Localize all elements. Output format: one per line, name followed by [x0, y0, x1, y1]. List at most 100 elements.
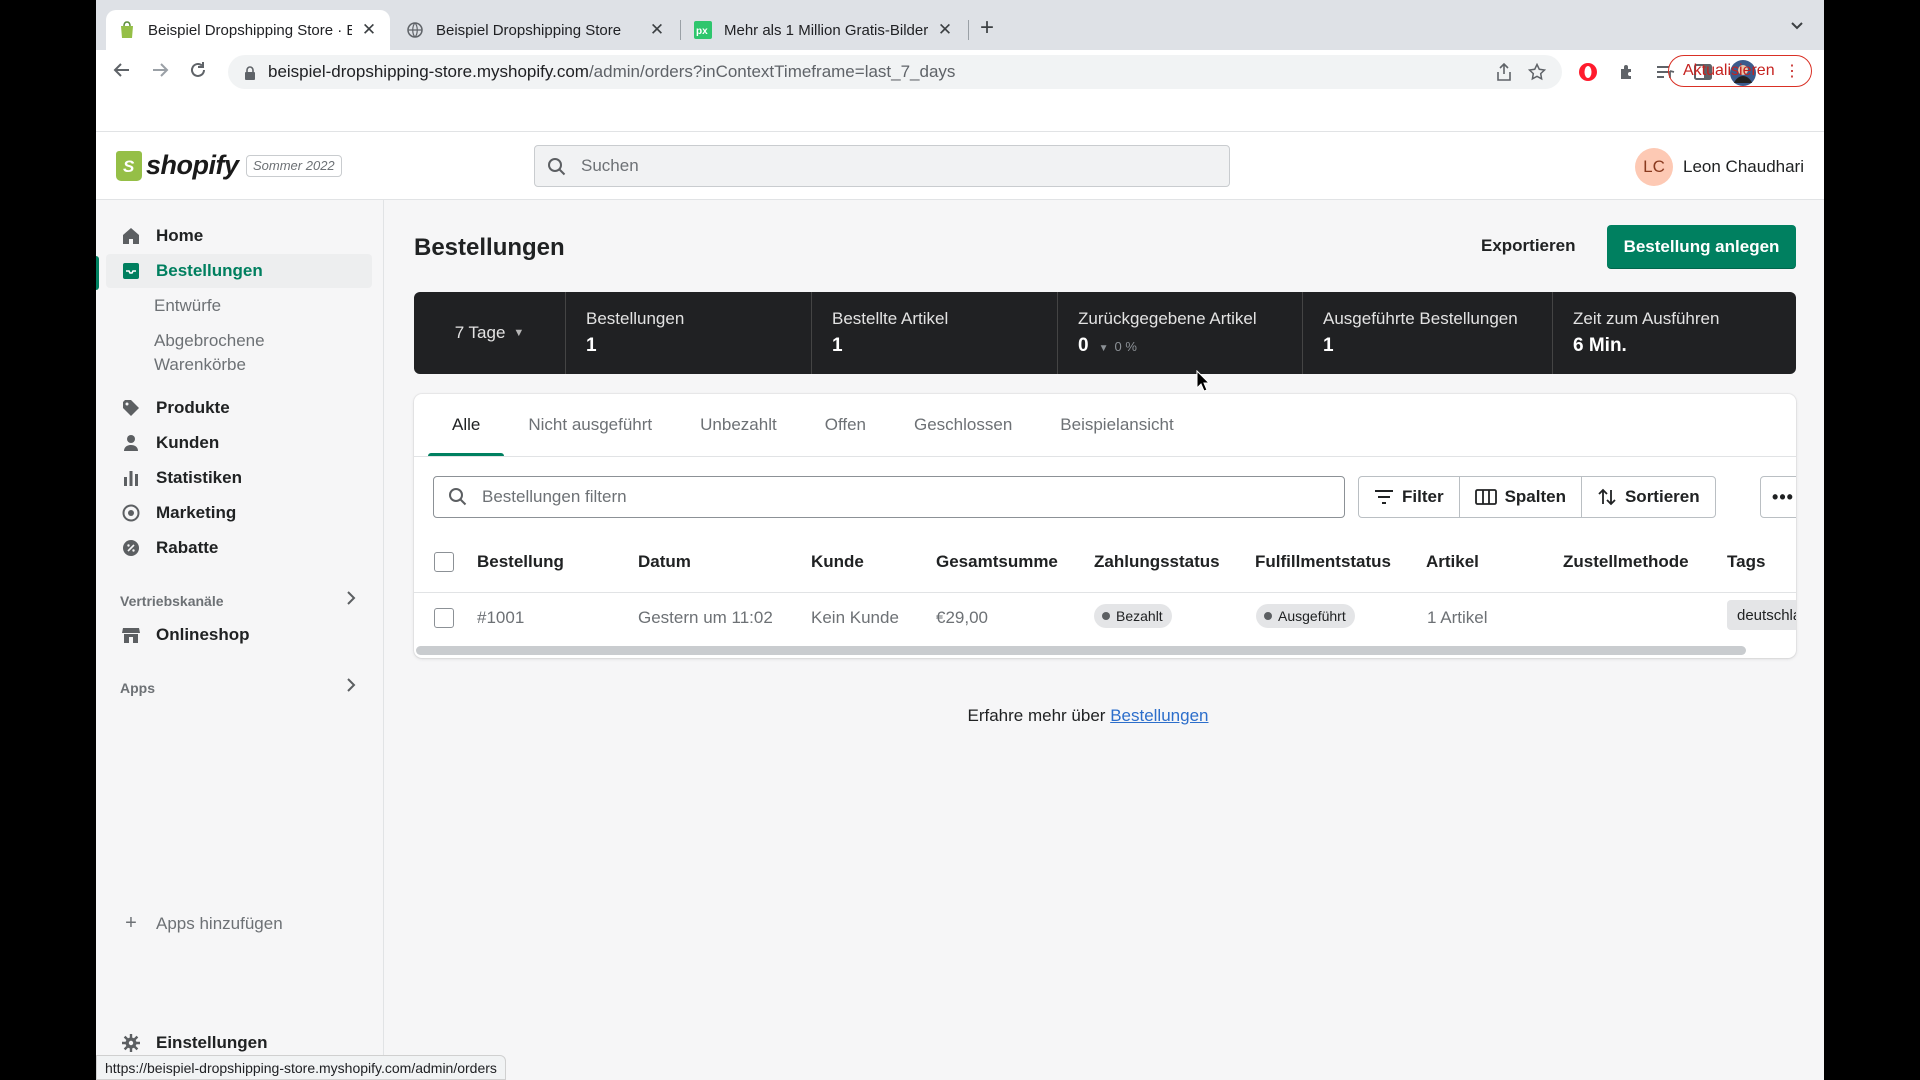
tab-unfulfilled[interactable]: Nicht ausgeführt	[504, 394, 676, 456]
more-vertical-icon[interactable]: ⋮	[1784, 61, 1800, 81]
stats-bar: 7 Tage ▼ Bestellungen 1 Bestellte Artike…	[414, 292, 1796, 374]
stat-returned-items[interactable]: Zurückgegebene Artikel 0 ▼ 0 %	[1058, 292, 1303, 374]
chevron-right-icon[interactable]	[346, 590, 356, 611]
stat-value: 1	[586, 335, 597, 356]
share-icon[interactable]	[1496, 62, 1512, 86]
sidebar-item-customers[interactable]: Kunden	[106, 426, 372, 460]
tab-closed[interactable]: Geschlossen	[890, 394, 1036, 456]
mouse-cursor-icon	[1196, 370, 1210, 392]
sidebar-item-products[interactable]: Produkte	[106, 391, 372, 425]
discount-icon	[120, 537, 142, 559]
learn-more-link[interactable]: Bestellungen	[1110, 706, 1208, 725]
status-dot	[1264, 612, 1272, 620]
plus-icon: +	[125, 912, 137, 934]
sidebar-item-orders[interactable]: Bestellungen	[106, 254, 372, 288]
status-dot	[1102, 612, 1110, 620]
order-number[interactable]: #1001	[477, 608, 524, 628]
sidebar-item-marketing[interactable]: Marketing	[106, 496, 372, 530]
browser-tab-1[interactable]: Beispiel Dropshipping Store · E ✕	[106, 10, 390, 50]
period-select[interactable]: 7 Tage ▼	[414, 292, 566, 374]
column-header[interactable]: Gesamtsumme	[936, 552, 1058, 572]
columns-label: Spalten	[1504, 487, 1566, 506]
logo-text: shopify	[146, 150, 239, 180]
stat-change: 0 %	[1114, 338, 1137, 354]
stat-value: 1	[1323, 335, 1334, 356]
search-input[interactable]: Suchen	[534, 145, 1230, 187]
learn-more-text: Erfahre mehr über	[967, 706, 1111, 725]
sort-button[interactable]: Sortieren	[1582, 477, 1715, 517]
stat-fulfill-time[interactable]: Zeit zum Ausführen 6 Min.	[1553, 292, 1796, 374]
browser-tab-2[interactable]: Beispiel Dropshipping Store ✕	[394, 10, 678, 50]
stat-value: 1	[832, 335, 843, 356]
chevron-right-icon[interactable]	[346, 677, 356, 698]
browser-tab-3[interactable]: px Mehr als 1 Million Gratis-Bilder ✕	[682, 10, 966, 50]
update-label: Aktualisieren	[1683, 62, 1775, 79]
tab-all[interactable]: Alle	[428, 394, 505, 456]
main-content: Bestellungen Exportieren Bestellung anle…	[384, 200, 1824, 1080]
sidebar-item-label: Rabatte	[156, 538, 219, 557]
select-all-checkbox[interactable]	[434, 552, 454, 572]
sidebar-item-home[interactable]: Home	[106, 219, 372, 253]
forward-icon[interactable]	[150, 60, 170, 86]
shopify-icon	[118, 21, 136, 39]
tab-open[interactable]: Offen	[801, 394, 890, 456]
columns-button[interactable]: Spalten	[1460, 477, 1582, 517]
column-header[interactable]: Datum	[638, 552, 691, 572]
horizontal-scrollbar[interactable]	[416, 646, 1746, 655]
user-menu[interactable]: LC Leon Chaudhari	[1635, 148, 1804, 186]
close-icon[interactable]: ✕	[360, 20, 378, 40]
learn-more: Erfahre mehr über Bestellungen	[352, 706, 1824, 726]
sidebar-item-onlineshop[interactable]: Onlineshop	[106, 618, 372, 652]
new-tab-button[interactable]: +	[980, 16, 994, 40]
orders-filter-input[interactable]: Bestellungen filtern	[433, 476, 1345, 518]
create-order-button[interactable]: Bestellung anlegen	[1607, 225, 1796, 269]
shopify-bag-icon	[116, 150, 142, 181]
stat-label: Ausgeführte Bestellungen	[1323, 309, 1518, 328]
add-apps-link[interactable]: + Apps hinzufügen	[120, 912, 283, 935]
close-icon[interactable]: ✕	[648, 20, 666, 40]
tab-title: Mehr als 1 Million Gratis-Bilder	[724, 21, 928, 39]
sidebar-subitem-abandoned-2[interactable]: Warenkörbe	[154, 353, 246, 377]
sidebar-subitem-abandoned-1[interactable]: Abgebrochene	[154, 329, 265, 353]
column-header[interactable]: Fulfillmentstatus	[1255, 552, 1391, 572]
row-checkbox[interactable]	[434, 608, 454, 628]
divider	[414, 592, 1796, 593]
shopify-logo[interactable]: shopify	[116, 150, 239, 181]
stat-fulfilled-orders[interactable]: Ausgeführte Bestellungen 1	[1303, 292, 1553, 374]
order-items[interactable]: 1 Artikel	[1427, 608, 1487, 628]
address-bar[interactable]: beispiel-dropshipping-store.myshopify.co…	[228, 55, 1562, 89]
target-icon	[120, 502, 142, 524]
star-icon[interactable]	[1527, 62, 1547, 86]
column-header[interactable]: Kunde	[811, 552, 864, 572]
orders-icon	[120, 260, 142, 282]
sidebar-item-analytics[interactable]: Statistiken	[106, 461, 372, 495]
stat-label: Bestellungen	[586, 309, 685, 328]
column-header[interactable]: Artikel	[1426, 552, 1479, 572]
globe-icon	[406, 21, 424, 39]
filter-button[interactable]: Filter	[1359, 477, 1460, 517]
chevron-down-icon[interactable]	[1790, 18, 1804, 34]
column-header[interactable]: Zahlungsstatus	[1094, 552, 1220, 572]
reload-icon[interactable]	[188, 60, 208, 86]
more-actions-button[interactable]: •••	[1760, 476, 1796, 518]
lock-icon[interactable]	[244, 65, 256, 80]
opera-icon[interactable]	[1577, 61, 1599, 83]
puzzle-icon[interactable]	[1616, 61, 1638, 83]
back-icon[interactable]	[112, 60, 132, 86]
tab-unpaid[interactable]: Unbezahlt	[676, 394, 801, 456]
tab-sample-view[interactable]: Beispielansicht	[1036, 394, 1197, 456]
stat-ordered-items[interactable]: Bestellte Artikel 1	[812, 292, 1058, 374]
sidebar-item-discounts[interactable]: Rabatte	[106, 531, 372, 565]
close-icon[interactable]: ✕	[936, 20, 954, 40]
column-header[interactable]: Tags	[1727, 552, 1765, 572]
sidebar-item-label: Bestellungen	[156, 261, 263, 280]
column-header[interactable]: Zustellmethode	[1563, 552, 1689, 572]
home-icon	[120, 225, 142, 247]
column-header[interactable]: Bestellung	[477, 552, 564, 572]
sidebar-subitem-drafts[interactable]: Entwürfe	[154, 294, 221, 318]
export-button[interactable]: Exportieren	[1481, 236, 1575, 256]
update-button[interactable]: Aktualisieren ⋮	[1668, 55, 1812, 87]
sidebar-item-label: Onlineshop	[156, 625, 250, 644]
stat-orders[interactable]: Bestellungen 1	[566, 292, 812, 374]
avatar: LC	[1635, 148, 1674, 186]
